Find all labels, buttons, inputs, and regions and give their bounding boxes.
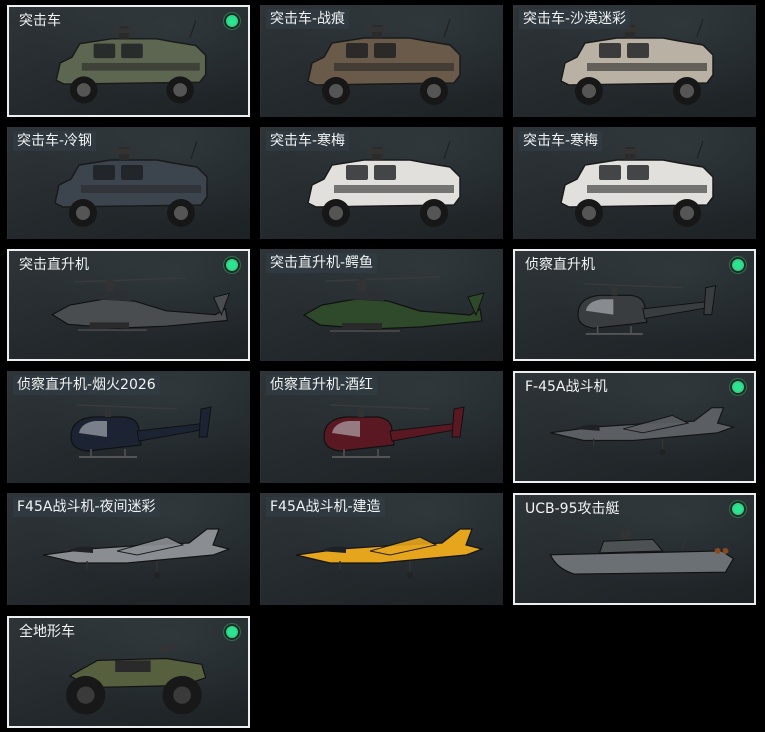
vehicle-name: 侦察直升机-烟火2026: [13, 375, 160, 395]
vehicle-name: 突击直升机-鳄鱼: [266, 253, 378, 273]
owned-indicator-icon: [730, 501, 746, 517]
vehicle-card[interactable]: 突击车-寒梅: [260, 127, 503, 239]
vehicle-card[interactable]: 侦察直升机: [513, 249, 756, 361]
vehicle-card[interactable]: 突击直升机: [7, 249, 250, 361]
vehicle-card[interactable]: 侦察直升机-酒红: [260, 371, 503, 483]
vehicle-name: F-45A战斗机: [525, 379, 608, 395]
vehicle-card[interactable]: 突击车-冷钢: [7, 127, 250, 239]
vehicle-card[interactable]: 突击直升机-鳄鱼: [260, 249, 503, 361]
vehicle-name: 突击车-冷钢: [13, 131, 97, 151]
vehicle-name: 侦察直升机-酒红: [266, 375, 378, 395]
vehicle-card[interactable]: F45A战斗机-建造: [260, 493, 503, 605]
vehicle-name: 突击车-战痕: [266, 9, 350, 29]
owned-indicator-icon: [224, 257, 240, 273]
vehicle-card[interactable]: 全地形车: [7, 616, 250, 728]
vehicle-name: 全地形车: [19, 624, 75, 640]
vehicle-name: 侦察直升机: [525, 257, 595, 273]
vehicle-name: 突击车: [19, 13, 61, 29]
vehicle-card[interactable]: F-45A战斗机: [513, 371, 756, 483]
owned-indicator-icon: [224, 624, 240, 640]
vehicle-name: UCB-95攻击艇: [525, 501, 620, 517]
vehicle-name: F45A战斗机-建造: [266, 497, 385, 517]
vehicle-grid: 突击车 突击车-战痕 突击车-沙漠迷彩 突击车-冷钢 突击车-寒梅 突击车-寒梅: [0, 0, 765, 732]
vehicle-card[interactable]: 突击车-战痕: [260, 5, 503, 117]
vehicle-card[interactable]: 突击车-沙漠迷彩: [513, 5, 756, 117]
owned-indicator-icon: [224, 13, 240, 29]
vehicle-card[interactable]: 突击车: [7, 5, 250, 117]
owned-indicator-icon: [730, 379, 746, 395]
vehicle-card[interactable]: 突击车-寒梅: [513, 127, 756, 239]
vehicle-name: 突击车-寒梅: [519, 131, 603, 151]
vehicle-card[interactable]: UCB-95攻击艇: [513, 493, 756, 605]
vehicle-name: 突击车-沙漠迷彩: [519, 9, 631, 29]
vehicle-card[interactable]: 侦察直升机-烟火2026: [7, 371, 250, 483]
vehicle-card[interactable]: F45A战斗机-夜间迷彩: [7, 493, 250, 605]
owned-indicator-icon: [730, 257, 746, 273]
vehicle-name: 突击车-寒梅: [266, 131, 350, 151]
vehicle-name: 突击直升机: [19, 257, 89, 273]
vehicle-name: F45A战斗机-夜间迷彩: [13, 497, 160, 517]
